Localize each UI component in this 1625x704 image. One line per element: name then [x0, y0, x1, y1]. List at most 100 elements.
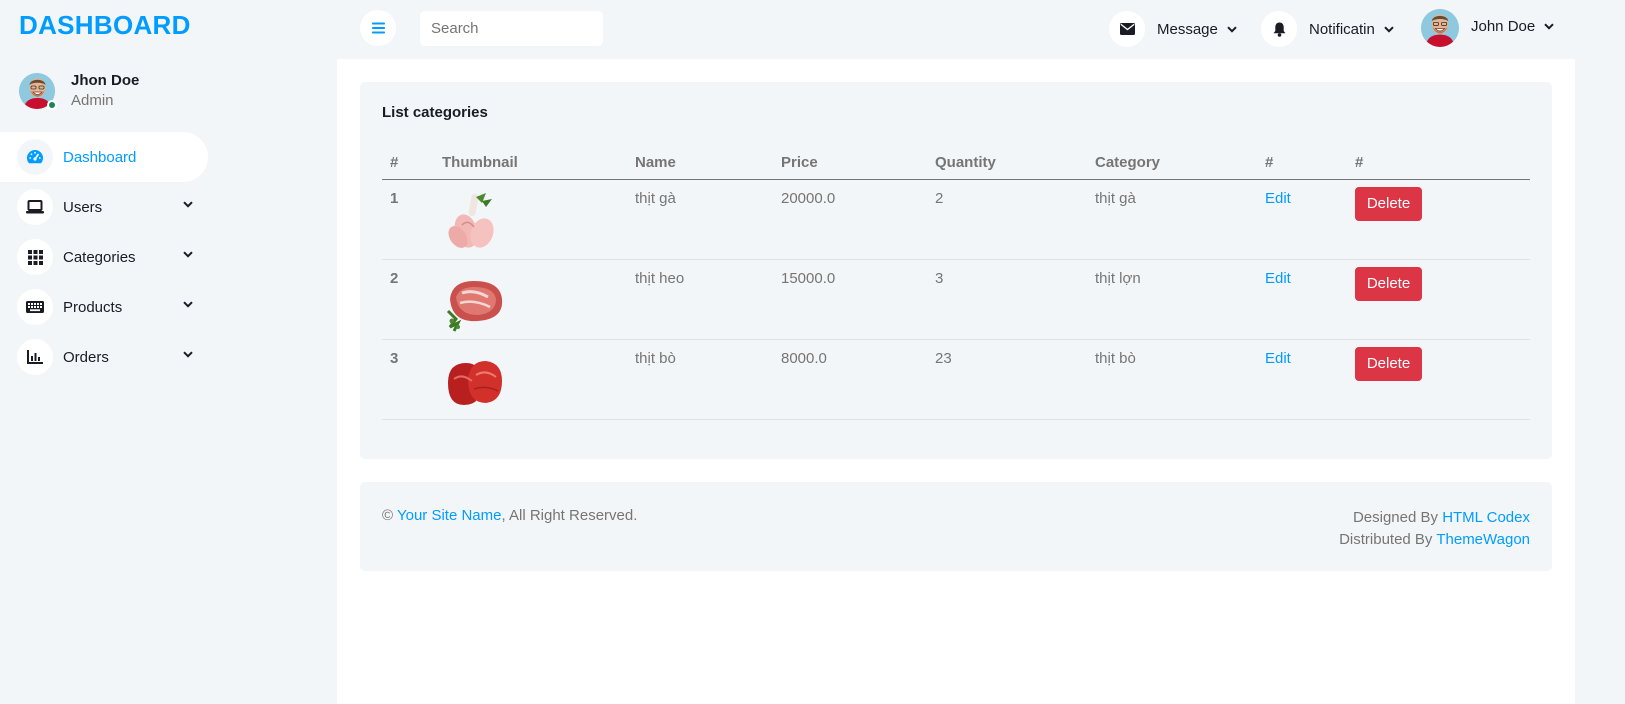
row-category: thịt bò [1087, 339, 1257, 420]
footer-credits: Designed By HTML Codex Distributed By Th… [1339, 507, 1530, 551]
row-category: thịt lợn [1087, 259, 1257, 340]
delete-cell: Delete [1347, 259, 1530, 340]
column-header: Price [773, 147, 927, 180]
distributed-by-label: Distributed By [1339, 531, 1433, 548]
table-row: 2 thịt heo 15000.0 3 thịt lợn Edit Delet… [382, 259, 1530, 340]
column-header: Name [627, 147, 773, 180]
keyboard-icon [17, 289, 53, 325]
edit-cell: Edit [1257, 339, 1347, 420]
chevron-down-icon [183, 251, 193, 258]
delete-button[interactable]: Delete [1355, 266, 1422, 301]
chicken-meat-image [448, 192, 494, 248]
footer: © Your Site Name, All Right Reserved. De… [360, 482, 1552, 571]
row-name: thịt gà [627, 179, 773, 260]
table-row: 1 thịt gà 20000.0 2 thịt gà Edit Delete [382, 179, 1530, 260]
profile-role: Admin [71, 92, 114, 109]
bars-icon [371, 22, 385, 34]
edit-cell: Edit [1257, 179, 1347, 260]
column-header: # [1347, 147, 1530, 180]
sidebar-item-label: Products [63, 298, 123, 316]
sidebar-item-label: Orders [63, 348, 109, 366]
topbar: Message Notificatin [337, 0, 1625, 59]
thumbnail-cell [434, 259, 627, 340]
categories-card: List categories # Thumbnail Name Price Q… [360, 82, 1552, 459]
row-quantity: 2 [927, 179, 1087, 260]
site-name-link[interactable]: Your Site Name [397, 507, 502, 524]
designed-by-link[interactable]: HTML Codex [1442, 509, 1530, 526]
pork-meat-image [446, 280, 503, 332]
laptop-icon [17, 189, 53, 225]
card-title: List categories [382, 104, 488, 121]
delete-cell: Delete [1347, 179, 1530, 260]
row-index: 1 [382, 179, 434, 260]
notification-label: Notificatin [1309, 20, 1375, 38]
message-label: Message [1157, 20, 1218, 38]
thumbnail-cell [434, 339, 627, 420]
row-name: thịt bò [627, 339, 773, 420]
sidebar-nav: Dashboard Users Categories Products Orde… [0, 132, 337, 382]
chevron-down-icon [183, 201, 193, 208]
sidebar-item-categories[interactable]: Categories [0, 232, 208, 282]
designed-by-label: Designed By [1352, 509, 1439, 526]
envelope-icon [1109, 11, 1145, 47]
categories-table: # Thumbnail Name Price Quantity Category… [382, 147, 1530, 420]
bell-icon [1261, 11, 1297, 47]
sidebar-item-orders[interactable]: Orders [0, 332, 208, 382]
column-header: Thumbnail [434, 147, 627, 180]
sidebar-profile: Jhon Doe Admin [19, 71, 139, 111]
footer-copyright: © Your Site Name, All Right Reserved. [382, 507, 637, 524]
column-header: # [1257, 147, 1347, 180]
thumbnail-cell [434, 179, 627, 260]
grid-icon [17, 239, 53, 275]
sidebar-toggle-button[interactable] [360, 10, 396, 46]
chevron-down-icon [183, 301, 193, 308]
sidebar-item-label: Dashboard [63, 148, 137, 166]
row-price: 8000.0 [773, 339, 927, 420]
row-price: 15000.0 [773, 259, 927, 340]
notification-dropdown[interactable]: Notificatin [1261, 10, 1394, 48]
edit-link[interactable]: Edit [1265, 190, 1291, 207]
row-quantity: 23 [927, 339, 1087, 420]
row-name: thịt heo [627, 259, 773, 340]
beef-meat-image [448, 360, 502, 405]
column-header: # [382, 147, 434, 180]
profile-name: Jhon Doe [71, 72, 140, 89]
delete-button[interactable]: Delete [1355, 186, 1422, 221]
table-header-row: # Thumbnail Name Price Quantity Category… [382, 147, 1530, 180]
avatar [19, 72, 57, 110]
sidebar-item-label: Users [63, 198, 103, 216]
search-input[interactable] [420, 11, 603, 46]
sidebar: DASHBOARD Jhon Doe Admin Dashboard Users… [0, 0, 337, 704]
chevron-down-icon [1227, 25, 1237, 33]
message-dropdown[interactable]: Message [1109, 10, 1237, 48]
chevron-down-icon [183, 351, 193, 358]
edit-link[interactable]: Edit [1265, 270, 1291, 287]
row-category: thịt gà [1087, 179, 1257, 260]
tachometer-icon [17, 139, 53, 175]
table-row: 3 thịt bò 8000.0 23 thịt bò Edit Delete [382, 339, 1530, 420]
row-index: 2 [382, 259, 434, 340]
main-content: Message Notificatin [337, 0, 1625, 704]
chevron-down-icon [1544, 22, 1554, 30]
sidebar-item-products[interactable]: Products [0, 282, 208, 332]
edit-cell: Edit [1257, 259, 1347, 340]
row-index: 3 [382, 339, 434, 420]
row-price: 20000.0 [773, 179, 927, 260]
online-status-dot [47, 99, 57, 110]
distributed-by-link[interactable]: ThemeWagon [1436, 531, 1530, 548]
sidebar-item-users[interactable]: Users [0, 182, 208, 232]
sidebar-item-dashboard[interactable]: Dashboard [0, 132, 208, 182]
user-dropdown[interactable]: John Doe [1421, 9, 1554, 47]
chevron-down-icon [1384, 25, 1394, 33]
sidebar-item-label: Categories [63, 248, 136, 266]
rights-text: , All Right Reserved. [501, 507, 638, 524]
edit-link[interactable]: Edit [1265, 350, 1291, 367]
copyright-symbol: © [382, 507, 394, 524]
column-header: Quantity [927, 147, 1087, 180]
brand-logo[interactable]: DASHBOARD [19, 10, 191, 41]
user-name-label: John Doe [1471, 17, 1536, 35]
delete-button[interactable]: Delete [1355, 346, 1422, 381]
row-quantity: 3 [927, 259, 1087, 340]
delete-cell: Delete [1347, 339, 1530, 420]
chart-bar-icon [17, 339, 53, 375]
